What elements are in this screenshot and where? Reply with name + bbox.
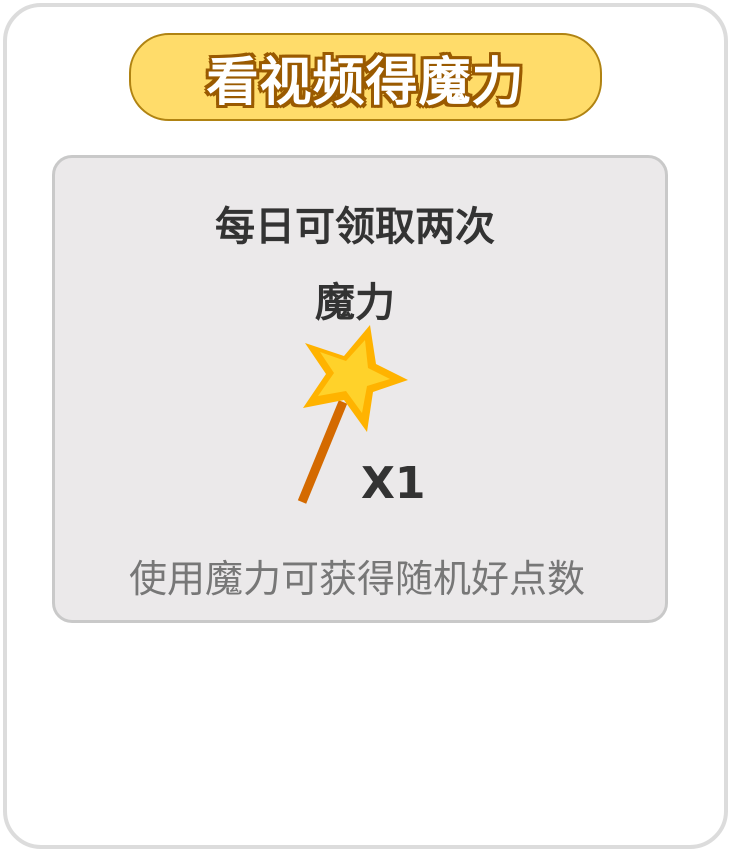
magic-wand-star-icon xyxy=(297,325,408,504)
